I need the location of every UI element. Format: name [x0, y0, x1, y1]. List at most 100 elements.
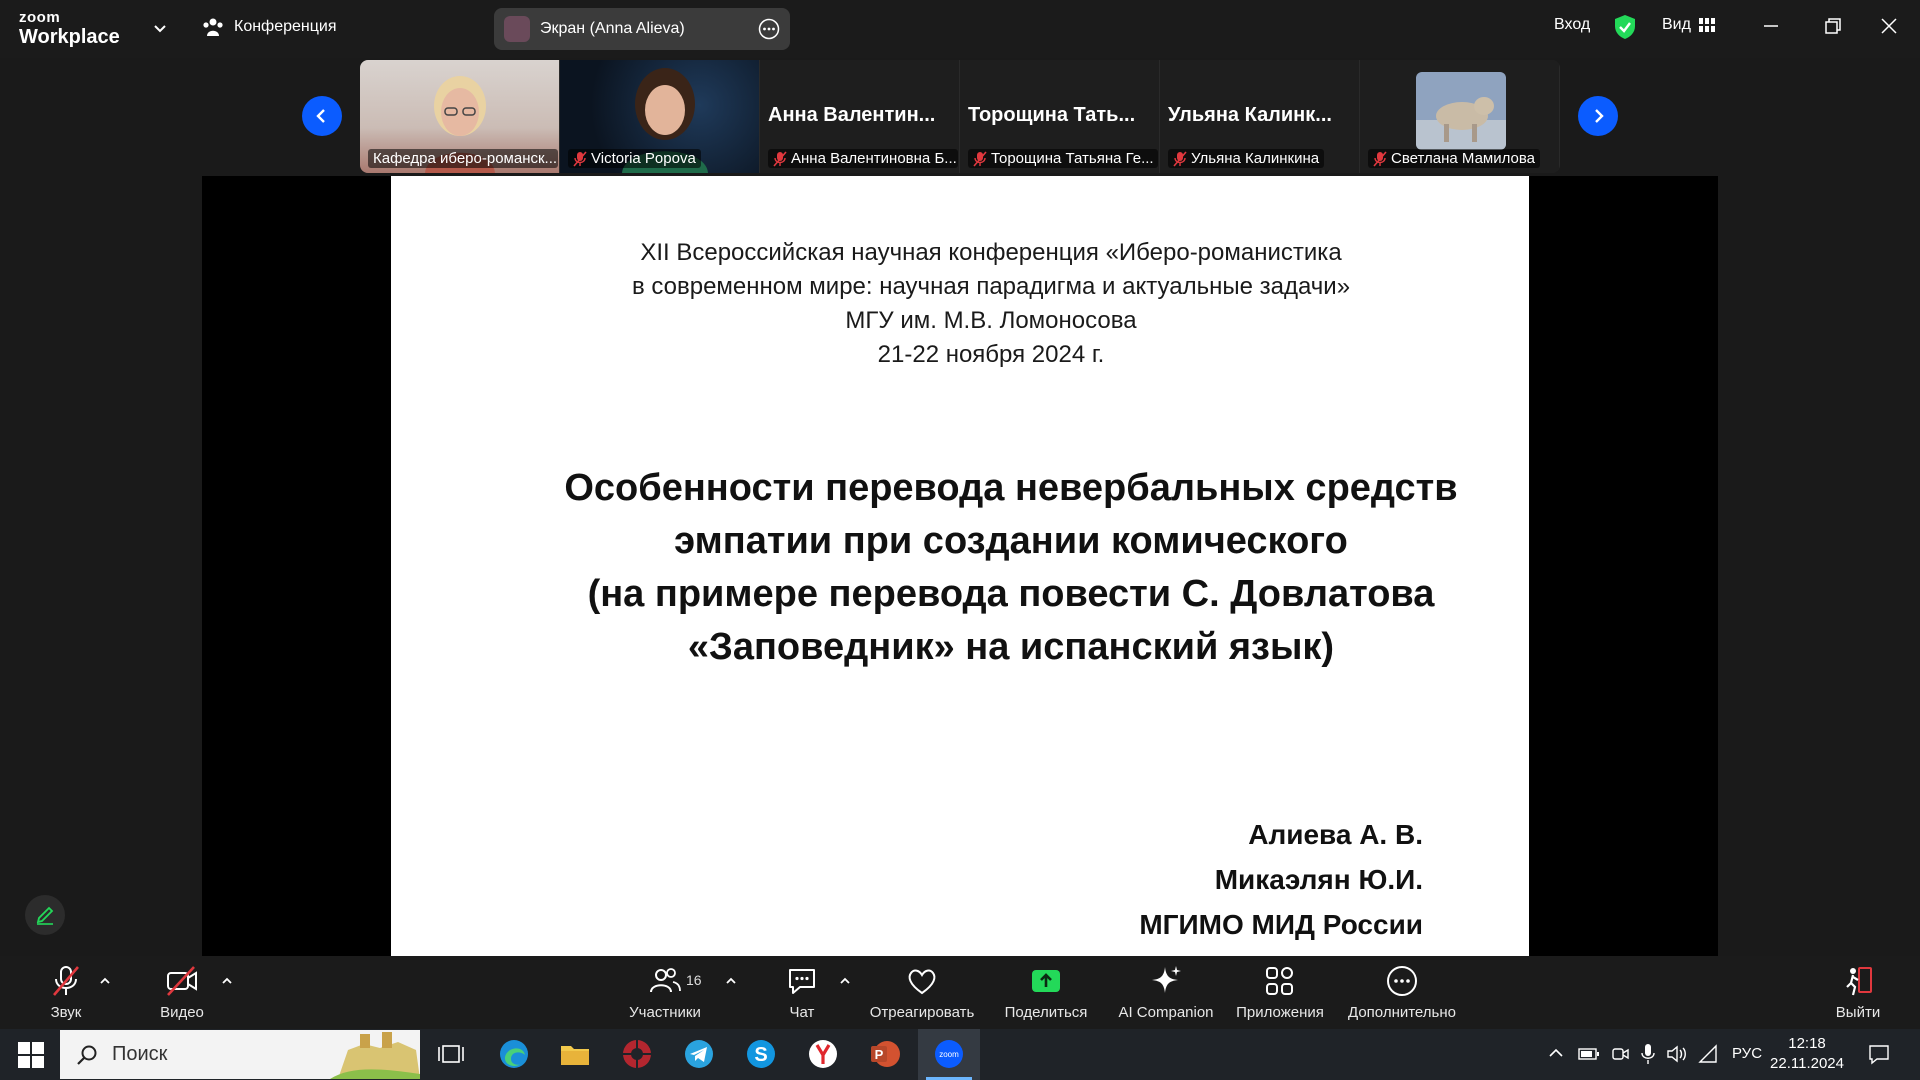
slide-authors: Алиева А. В. Микаэлян Ю.И. МГИМО МИД Рос…: [1139, 812, 1423, 947]
close-icon[interactable]: [1878, 15, 1900, 37]
battery-icon[interactable]: [1578, 1046, 1600, 1062]
participant-tile[interactable]: Анна Валентин... Анна Валентиновна Б...: [760, 60, 959, 173]
svg-text:P: P: [875, 1047, 884, 1062]
logo-zoom: zoom: [19, 9, 61, 26]
chevron-up-icon[interactable]: [1548, 1047, 1564, 1059]
presentation-slide: XII Всероссийская научная конференция «И…: [391, 176, 1529, 956]
notifications-icon[interactable]: [1868, 1043, 1890, 1065]
yandex-browser-icon[interactable]: [806, 1037, 840, 1071]
conference-line: в современном мире: научная парадигма и …: [631, 273, 1351, 300]
mic-muted-icon: [773, 150, 787, 167]
edge-icon[interactable]: [497, 1037, 531, 1071]
apps-button[interactable]: Приложения: [1236, 964, 1324, 1021]
react-button[interactable]: Отреагировать: [866, 964, 978, 1021]
slide-title: Особенности перевода невербальных средст…: [431, 462, 1591, 674]
leave-button[interactable]: Выйти: [1834, 964, 1882, 1021]
chat-button[interactable]: Чат: [784, 964, 820, 1021]
author-line: МГИМО МИД России: [1139, 909, 1423, 940]
powerpoint-icon[interactable]: P: [868, 1037, 902, 1071]
taskbar-clock[interactable]: 12:18 22.11.2024: [1770, 1034, 1844, 1074]
chevron-up-icon[interactable]: [724, 974, 738, 988]
mic-muted-icon: [1373, 150, 1387, 167]
chevron-up-icon[interactable]: [220, 974, 234, 988]
language-indicator[interactable]: РУС: [1732, 1045, 1762, 1062]
top-bar: zoom Workplace Конференция Экран (Anna A…: [0, 0, 1920, 58]
task-view-icon[interactable]: [434, 1037, 468, 1071]
conference-line: 21-22 ноября 2024 г.: [877, 341, 1105, 368]
participants-icon: [650, 968, 681, 993]
participant-filmstrip: Кафедра иберо-романск... Victoria Popova…: [360, 60, 1560, 173]
view-button[interactable]: Вид: [1662, 16, 1715, 34]
shield-icon[interactable]: [1614, 14, 1636, 40]
leave-label: Выйти: [1835, 1004, 1881, 1021]
conference-line: XII Всероссийская научная конференция «И…: [640, 239, 1342, 266]
participants-label: Участники: [629, 1004, 701, 1021]
participant-tile[interactable]: Кафедра иберо-романск...: [360, 60, 559, 173]
chevron-up-icon[interactable]: [838, 974, 852, 988]
screen-share-indicator[interactable]: Экран (Anna Alieva): [494, 8, 790, 50]
clock-date: 22.11.2024: [1770, 1055, 1844, 1072]
video-button[interactable]: Видео: [158, 964, 206, 1021]
more-label: Дополнительно: [1348, 1004, 1456, 1021]
participant-name: Светлана Мамилова: [1368, 149, 1541, 168]
prev-page-button[interactable]: [302, 96, 342, 136]
apps-icon: [1266, 967, 1293, 995]
network-icon[interactable]: [1698, 1044, 1718, 1064]
apps-label: Приложения: [1236, 1004, 1324, 1021]
author-line: Алиева А. В.: [1248, 819, 1423, 850]
react-label: Отреагировать: [869, 1004, 975, 1021]
next-page-button[interactable]: [1578, 96, 1618, 136]
telegram-icon[interactable]: [682, 1037, 716, 1071]
participant-tile[interactable]: Светлана Мамилова: [1360, 60, 1559, 173]
volume-icon[interactable]: [1666, 1044, 1688, 1064]
participant-display-name: Торощина Тать...: [968, 104, 1136, 126]
search-highlight-illustration: [330, 1032, 420, 1079]
author-line: Микаэлян Ю.И.: [1214, 864, 1423, 895]
ai-label: AI Companion: [1118, 1004, 1214, 1021]
grid-icon: [1698, 18, 1715, 32]
more-options-icon[interactable]: [758, 18, 780, 40]
minimize-icon[interactable]: [1760, 15, 1782, 37]
participant-display-name: Ульяна Калинк...: [1168, 104, 1332, 126]
participant-tile[interactable]: Victoria Popova: [560, 60, 759, 173]
chevron-down-icon[interactable]: [150, 18, 170, 38]
microphone-icon[interactable]: [1640, 1043, 1656, 1065]
participant-tile[interactable]: Ульяна Калинк... Ульяна Калинкина: [1160, 60, 1359, 173]
participant-tile[interactable]: Торощина Тать... Торощина Татьяна Ге...: [960, 60, 1159, 173]
participant-name: Victoria Popova: [568, 149, 701, 168]
participant-name: Ульяна Калинкина: [1168, 149, 1325, 168]
app-icon[interactable]: [620, 1037, 654, 1071]
heart-icon: [908, 969, 936, 995]
taskbar-search[interactable]: Поиск: [60, 1030, 420, 1079]
mic-muted-icon: [973, 150, 987, 167]
zoom-taskbar-button[interactable]: zoom: [918, 1029, 980, 1080]
share-screen-button[interactable]: Поделиться: [1002, 964, 1090, 1021]
audio-button[interactable]: Звук: [44, 964, 88, 1021]
chevron-up-icon[interactable]: [98, 974, 112, 988]
windows-taskbar: Поиск S P zoom РУС 12:18 22.11.2024: [0, 1029, 1920, 1080]
chevron-right-icon: [1595, 109, 1604, 123]
camera-icon[interactable]: [1610, 1044, 1630, 1064]
signin-button[interactable]: Вход: [1554, 16, 1590, 34]
svg-text:S: S: [754, 1044, 767, 1066]
ai-companion-button[interactable]: AI Companion: [1116, 964, 1216, 1021]
title-line: «Заповедник» на испанский язык): [687, 626, 1335, 668]
mic-muted-icon: [1173, 150, 1187, 167]
clock-time: 12:18: [1788, 1035, 1826, 1052]
meeting-toolbar: Звук Видео Участники 16 Чат Отреагироват…: [0, 956, 1920, 1029]
share-label: Поделиться: [1004, 1004, 1088, 1021]
zoom-icon: zoom: [935, 1040, 963, 1068]
logo-workplace: Workplace: [19, 26, 120, 48]
video-label: Видео: [160, 1004, 204, 1021]
title-line: эмпатии при создании комического: [674, 520, 1348, 562]
meeting-info-button[interactable]: Конференция: [202, 16, 337, 38]
skype-icon[interactable]: S: [744, 1037, 778, 1071]
windows-start-icon[interactable]: [18, 1042, 44, 1068]
restore-icon[interactable]: [1822, 15, 1844, 37]
file-explorer-icon[interactable]: [558, 1037, 592, 1071]
pencil-icon: [36, 906, 54, 925]
annotate-button[interactable]: [25, 895, 65, 935]
participant-display-name: Анна Валентин...: [768, 104, 936, 126]
more-button[interactable]: Дополнительно: [1346, 964, 1458, 1021]
audio-label: Звук: [50, 1004, 82, 1021]
